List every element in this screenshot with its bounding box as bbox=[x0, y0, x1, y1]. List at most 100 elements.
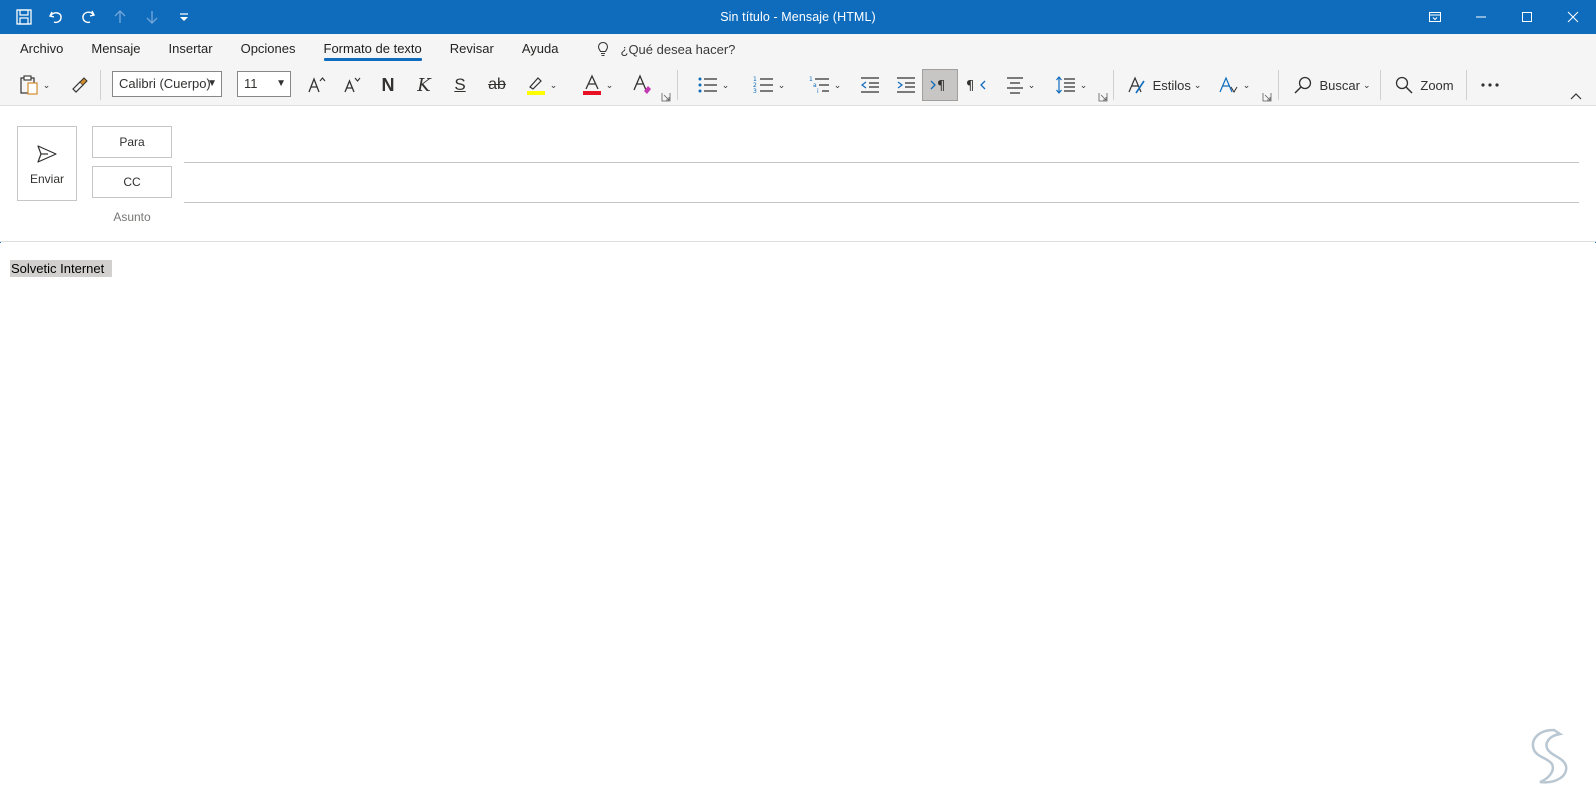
tab-insertar[interactable]: Insertar bbox=[155, 34, 227, 64]
cc-field[interactable] bbox=[184, 202, 1579, 203]
italic-button[interactable]: K bbox=[410, 69, 438, 101]
format-painter-button[interactable] bbox=[66, 69, 94, 101]
numbering-button[interactable]: 123 ⌄ bbox=[744, 69, 794, 101]
send-button[interactable]: Enviar bbox=[17, 126, 77, 201]
font-color-icon bbox=[582, 74, 601, 95]
decrease-indent-button[interactable] bbox=[856, 69, 884, 101]
font-size-dropdown[interactable]: 11 ▼ bbox=[237, 71, 291, 97]
separator bbox=[1113, 70, 1114, 100]
bullets-button[interactable]: ⌄ bbox=[688, 69, 738, 101]
dialog-launcher-icon[interactable] bbox=[1098, 92, 1108, 102]
separator bbox=[1380, 70, 1381, 100]
decrease-indent-icon bbox=[861, 77, 879, 93]
clear-formatting-icon bbox=[633, 74, 651, 94]
style-set-button[interactable]: ⌄ bbox=[1214, 69, 1254, 101]
rtl-direction-button[interactable]: ¶ bbox=[962, 69, 990, 101]
ellipsis-icon bbox=[1481, 83, 1499, 87]
subject-label: Asunto bbox=[113, 210, 151, 224]
zoom-label: Zoom bbox=[1420, 77, 1454, 93]
ribbon-display-button[interactable] bbox=[1412, 0, 1458, 34]
align-center-icon bbox=[1006, 77, 1023, 94]
window-controls bbox=[1412, 0, 1596, 34]
collapse-ribbon-icon[interactable] bbox=[1570, 92, 1582, 100]
font-color-button[interactable]: ⌄ bbox=[574, 69, 620, 101]
minimize-icon bbox=[1476, 16, 1486, 18]
chevron-down-icon: ⌄ bbox=[833, 79, 842, 90]
chevron-down-icon: ▼ bbox=[276, 78, 286, 89]
minimize-button[interactable] bbox=[1458, 0, 1504, 34]
highlight-button[interactable]: ⌄ bbox=[518, 69, 564, 101]
close-icon bbox=[1567, 11, 1579, 23]
left-to-right-icon: ¶ bbox=[930, 79, 945, 94]
right-to-left-icon: ¶ bbox=[966, 79, 986, 94]
maximize-button[interactable] bbox=[1504, 0, 1550, 34]
chevron-down-icon: ▼ bbox=[207, 78, 217, 89]
chevron-down-icon: ⌄ bbox=[605, 79, 614, 90]
chevron-down-icon: ⌄ bbox=[1242, 79, 1251, 90]
dialog-launcher-icon[interactable] bbox=[661, 92, 671, 102]
chevron-down-icon: ⌄ bbox=[1027, 79, 1036, 90]
selected-body-text[interactable]: Solvetic Internet bbox=[10, 260, 113, 277]
underline-button[interactable]: S bbox=[446, 69, 474, 101]
multilevel-list-button[interactable]: 1ai ⌄ bbox=[800, 69, 850, 101]
message-body[interactable]: Solvetic Internet bbox=[0, 243, 1596, 804]
ribbon-tabs: Archivo Mensaje Insertar Opciones Format… bbox=[0, 34, 1596, 64]
tell-me-box[interactable]: ¿Qué desea hacer? bbox=[595, 41, 736, 57]
separator bbox=[1278, 70, 1279, 100]
ribbon-toolbar: ⌄ Calibri (Cuerpo) ▼ 11 ▼ N K S ab ⌄ ⌄ ⌄… bbox=[0, 64, 1596, 106]
paste-button[interactable]: ⌄ bbox=[12, 69, 56, 101]
separator bbox=[1466, 70, 1467, 100]
format-painter-icon bbox=[72, 77, 88, 93]
send-label: Enviar bbox=[29, 171, 64, 186]
to-field[interactable] bbox=[184, 162, 1579, 163]
font-name-value: Calibri (Cuerpo) bbox=[119, 76, 211, 91]
search-icon bbox=[1294, 76, 1312, 94]
clipboard-icon bbox=[20, 75, 38, 95]
clear-formatting-button[interactable] bbox=[628, 69, 656, 101]
solvetic-logo-icon bbox=[1531, 728, 1568, 784]
find-label: Buscar bbox=[1319, 77, 1360, 93]
tab-mensaje[interactable]: Mensaje bbox=[77, 34, 154, 64]
to-button[interactable]: Para bbox=[92, 126, 172, 158]
strikethrough-button[interactable]: ab bbox=[482, 69, 512, 101]
compose-header: Enviar Para CC Asunto bbox=[0, 106, 1596, 242]
highlighter-icon bbox=[526, 77, 545, 95]
numbered-list-icon: 123 bbox=[753, 76, 773, 95]
tab-opciones[interactable]: Opciones bbox=[227, 34, 310, 64]
increase-indent-icon bbox=[897, 77, 915, 93]
align-button[interactable]: ⌄ bbox=[1000, 69, 1040, 101]
separator bbox=[677, 70, 678, 100]
send-icon bbox=[37, 144, 57, 163]
font-name-dropdown[interactable]: Calibri (Cuerpo) ▼ bbox=[112, 71, 222, 97]
increase-indent-button[interactable] bbox=[892, 69, 920, 101]
grow-font-button[interactable] bbox=[303, 69, 331, 101]
window-title: Sin título - Mensaje (HTML) bbox=[720, 10, 876, 24]
maximize-icon bbox=[1522, 12, 1532, 22]
separator bbox=[100, 70, 101, 100]
styles-button[interactable]: Estilos ⌄ bbox=[1124, 69, 1204, 101]
shrink-font-icon bbox=[344, 77, 361, 93]
tab-formato-de-texto[interactable]: Formato de texto bbox=[310, 34, 436, 64]
line-spacing-button[interactable]: ⌄ bbox=[1050, 69, 1092, 101]
svg-text:¶: ¶ bbox=[966, 79, 974, 94]
shrink-font-button[interactable] bbox=[338, 69, 366, 101]
styles-label: Estilos bbox=[1152, 77, 1191, 93]
ribbon-display-icon bbox=[1429, 12, 1441, 22]
title-bar: Sin título - Mensaje (HTML) bbox=[0, 0, 1596, 34]
ltr-direction-button[interactable]: ¶ bbox=[922, 69, 958, 101]
dialog-launcher-icon[interactable] bbox=[1262, 92, 1272, 102]
bold-button[interactable]: N bbox=[374, 69, 402, 101]
tab-revisar[interactable]: Revisar bbox=[436, 34, 508, 64]
tell-me-label: ¿Qué desea hacer? bbox=[620, 41, 736, 57]
multilevel-list-icon: 1ai bbox=[809, 76, 829, 95]
change-styles-icon bbox=[1219, 76, 1238, 93]
tab-archivo[interactable]: Archivo bbox=[6, 34, 77, 64]
more-options-button[interactable] bbox=[1476, 69, 1504, 101]
cc-button[interactable]: CC bbox=[92, 166, 172, 198]
svg-text:3: 3 bbox=[753, 88, 757, 95]
chevron-down-icon: ⌄ bbox=[42, 79, 51, 90]
tab-ayuda[interactable]: Ayuda bbox=[508, 34, 573, 64]
close-button[interactable] bbox=[1550, 0, 1596, 34]
find-button[interactable]: Buscar ⌄ bbox=[1290, 69, 1374, 101]
zoom-button[interactable]: Zoom bbox=[1390, 69, 1458, 101]
